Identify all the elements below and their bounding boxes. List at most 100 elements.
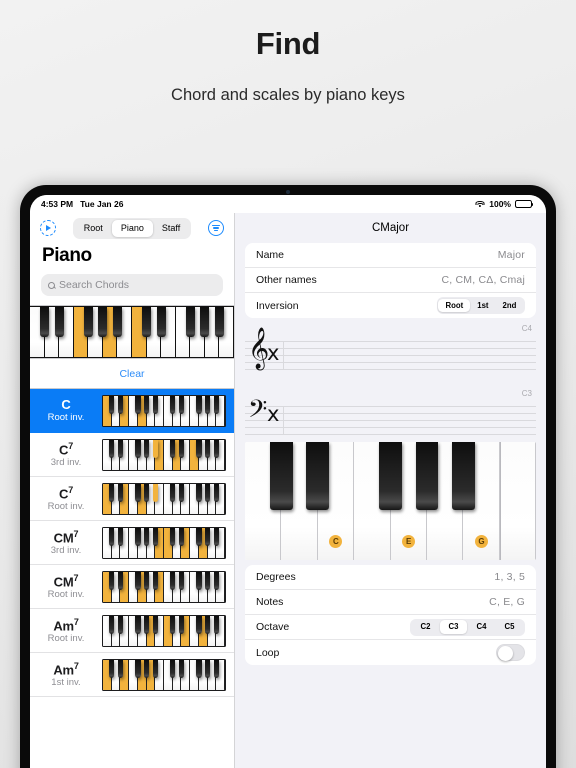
black-key[interactable] [178, 571, 185, 590]
black-key[interactable] [40, 307, 50, 337]
black-key[interactable] [117, 615, 124, 634]
black-key[interactable] [204, 483, 211, 502]
black-key[interactable] [109, 659, 115, 678]
black-key[interactable] [213, 527, 219, 546]
chord-list-item[interactable]: CM7 Root inv. [30, 565, 234, 609]
mode-segmented-control[interactable]: Root Piano Staff [72, 217, 192, 239]
chord-list-item[interactable]: C Root inv. [30, 389, 234, 433]
black-key[interactable] [306, 442, 330, 511]
black-key[interactable] [143, 527, 150, 546]
black-key[interactable] [178, 395, 185, 414]
black-key[interactable] [196, 439, 202, 458]
black-key[interactable] [196, 527, 202, 546]
black-key[interactable] [204, 571, 211, 590]
black-key[interactable] [178, 439, 185, 458]
black-key[interactable] [196, 395, 202, 414]
black-key[interactable] [178, 615, 185, 634]
inversion-segment-root[interactable]: Root [438, 298, 471, 313]
black-key[interactable] [117, 659, 124, 678]
black-key[interactable] [196, 659, 202, 678]
black-key[interactable] [152, 571, 158, 590]
black-key[interactable] [152, 395, 158, 414]
white-key[interactable] [499, 442, 536, 560]
black-key[interactable] [109, 571, 115, 590]
black-key[interactable] [196, 483, 202, 502]
black-key[interactable] [109, 395, 115, 414]
black-key[interactable] [156, 307, 166, 337]
octave-segment-c5[interactable]: C5 [495, 620, 523, 634]
black-key[interactable] [415, 442, 439, 511]
black-key[interactable] [152, 439, 158, 458]
black-key[interactable] [170, 615, 176, 634]
black-key[interactable] [117, 395, 124, 414]
black-key[interactable] [204, 439, 211, 458]
black-key[interactable] [143, 659, 150, 678]
black-key[interactable] [152, 483, 158, 502]
black-key[interactable] [379, 442, 402, 511]
segment-root[interactable]: Root [75, 220, 112, 237]
black-key[interactable] [185, 307, 195, 337]
black-key[interactable] [83, 307, 93, 337]
black-key[interactable] [143, 439, 150, 458]
black-key[interactable] [170, 659, 176, 678]
chord-list-item[interactable]: CM7 3rd inv. [30, 521, 234, 565]
black-key[interactable] [204, 395, 211, 414]
loop-toggle[interactable] [496, 644, 525, 661]
black-key[interactable] [112, 307, 122, 337]
black-key[interactable] [135, 527, 141, 546]
black-key[interactable] [109, 483, 115, 502]
black-key[interactable] [109, 615, 115, 634]
black-key[interactable] [135, 615, 141, 634]
octave-segmented-control[interactable]: C2 C3 C4 C5 [409, 618, 525, 636]
black-key[interactable] [178, 527, 185, 546]
black-key[interactable] [135, 395, 141, 414]
black-key[interactable] [152, 659, 158, 678]
chord-result-list[interactable]: C Root inv. C7 3rd inv. C7 Root inv. CM7 3rd in… [30, 389, 234, 768]
black-key[interactable] [270, 442, 293, 511]
search-input[interactable]: Search Chords [41, 274, 223, 296]
black-key[interactable] [143, 571, 150, 590]
black-key[interactable] [170, 439, 176, 458]
black-key[interactable] [178, 483, 185, 502]
chord-list-item[interactable]: Am7 1st inv. [30, 653, 234, 697]
black-key[interactable] [143, 483, 150, 502]
black-key[interactable] [117, 483, 124, 502]
black-key[interactable] [451, 442, 475, 511]
black-key[interactable] [152, 527, 158, 546]
black-key[interactable] [117, 439, 124, 458]
black-key[interactable] [98, 307, 108, 337]
black-key[interactable] [117, 571, 124, 590]
black-key[interactable] [54, 307, 64, 337]
inversion-segment-2nd[interactable]: 2nd [496, 299, 524, 313]
black-key[interactable] [204, 659, 211, 678]
black-key[interactable] [170, 395, 176, 414]
black-key[interactable] [196, 571, 202, 590]
black-key[interactable] [109, 439, 115, 458]
octave-segment-c3[interactable]: C3 [439, 620, 468, 634]
black-key[interactable] [196, 615, 202, 634]
octave-segment-c2[interactable]: C2 [412, 620, 440, 634]
black-key[interactable] [170, 527, 176, 546]
black-key[interactable] [109, 527, 115, 546]
clear-button[interactable]: Clear [119, 368, 144, 380]
chord-list-item[interactable]: Am7 Root inv. [30, 609, 234, 653]
black-key[interactable] [213, 483, 219, 502]
inversion-segment-1st[interactable]: 1st [470, 299, 495, 313]
chord-list-item[interactable]: C7 Root inv. [30, 477, 234, 521]
black-key[interactable] [117, 527, 124, 546]
black-key[interactable] [143, 395, 150, 414]
black-key[interactable] [213, 439, 219, 458]
black-key[interactable] [213, 395, 219, 414]
black-key[interactable] [135, 659, 141, 678]
filter-list-icon[interactable] [208, 220, 224, 236]
black-key[interactable] [204, 527, 211, 546]
picker-keyboard[interactable] [30, 306, 234, 358]
inversion-segmented-control[interactable]: Root 1st 2nd [436, 297, 525, 314]
segment-staff[interactable]: Staff [153, 220, 189, 237]
black-key[interactable] [152, 615, 158, 634]
black-key[interactable] [204, 615, 211, 634]
black-key[interactable] [200, 307, 210, 337]
black-key[interactable] [142, 307, 152, 337]
black-key[interactable] [170, 571, 176, 590]
black-key[interactable] [214, 307, 224, 337]
